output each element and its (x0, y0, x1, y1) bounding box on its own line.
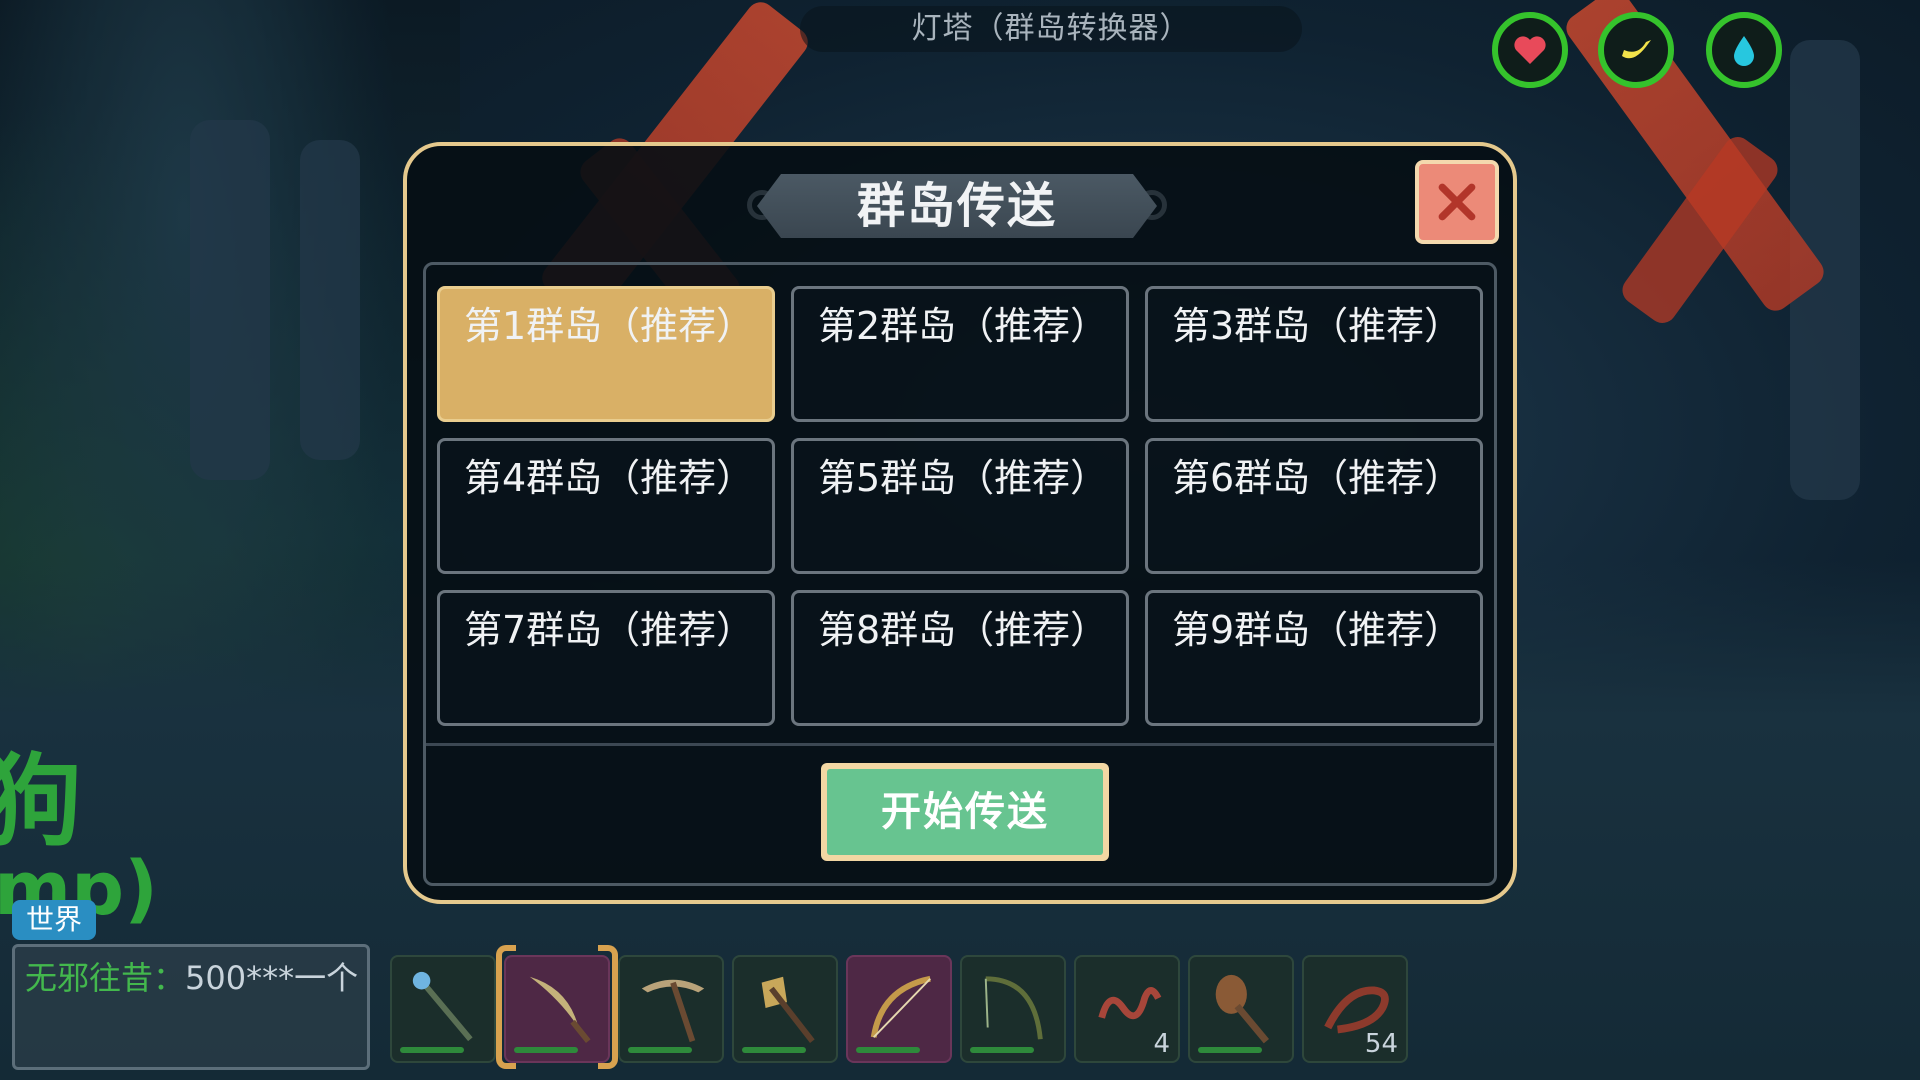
chat-channel-tab[interactable]: 世界 (12, 900, 96, 940)
club-icon (1215, 974, 1270, 1044)
chat-box[interactable]: 无邪往昔：500***一个 (12, 944, 370, 1070)
durability-bar (628, 1047, 692, 1053)
player-nametag: 狗 (0, 743, 82, 860)
durability-bar (742, 1047, 806, 1053)
hotbar-slot[interactable] (846, 955, 952, 1063)
lighthouse-title: 灯塔（群岛转换器） (800, 6, 1302, 52)
heart-icon (1514, 36, 1546, 64)
divider (426, 743, 1494, 746)
island-option-2[interactable]: 第2群岛（推荐） (791, 286, 1129, 422)
hotbar-slot[interactable] (618, 955, 724, 1063)
dialog-title: 群岛传送 (757, 174, 1157, 238)
banana-icon (1622, 40, 1651, 59)
island-option-5[interactable]: 第5群岛（推荐） (791, 438, 1129, 574)
hotbar-slot[interactable]: 4 (1074, 955, 1180, 1063)
water-drop-icon (1734, 36, 1754, 66)
hotbar-slot[interactable]: 54 (1302, 955, 1408, 1063)
island-option-3[interactable]: 第3群岛（推荐） (1145, 286, 1483, 422)
hotbar-slot[interactable] (732, 955, 838, 1063)
hunger-status (1598, 12, 1674, 88)
start-teleport-label: 开始传送 (827, 769, 1103, 855)
battle-axe-icon (761, 976, 815, 1043)
item-count: 4 (1153, 1029, 1170, 1059)
hotbar-slot[interactable] (390, 955, 496, 1063)
pickaxe-icon (641, 979, 705, 1043)
island-option-6[interactable]: 第6群岛（推荐） (1145, 438, 1483, 574)
start-teleport-button[interactable]: 开始传送 (821, 763, 1109, 861)
selection-bracket (598, 945, 618, 1069)
thirst-status (1706, 12, 1782, 88)
staff-icon (412, 971, 473, 1042)
island-option-9[interactable]: 第9群岛（推荐） (1145, 590, 1483, 726)
bow-icon (870, 975, 931, 1038)
selection-bracket (496, 945, 516, 1069)
close-icon (1438, 183, 1476, 221)
island-grid: 第1群岛（推荐） 第2群岛（推荐） 第3群岛（推荐） 第4群岛（推荐） 第5群岛… (437, 286, 1483, 726)
island-option-4[interactable]: 第4群岛（推荐） (437, 438, 775, 574)
island-teleport-dialog: 群岛传送 第1群岛（推荐） 第2群岛（推荐） 第3群岛（推荐） 第4群岛（推荐）… (403, 142, 1517, 904)
scythe-icon (529, 976, 591, 1043)
island-option-1[interactable]: 第1群岛（推荐） (437, 286, 775, 422)
chat-username: 无邪往昔： (25, 959, 186, 997)
chat-message: 500***一个 (185, 959, 359, 997)
durability-bar (514, 1047, 578, 1053)
island-option-8[interactable]: 第8群岛（推荐） (791, 590, 1129, 726)
hotbar: 4 54 (390, 945, 1408, 1069)
health-status (1492, 12, 1568, 88)
durability-bar (970, 1047, 1034, 1053)
item-count: 54 (1364, 1029, 1398, 1059)
durability-bar (400, 1047, 464, 1053)
tree-trunk (190, 120, 270, 480)
tree-trunk (300, 140, 360, 460)
fishing-rod-icon (984, 976, 1043, 1040)
hotbar-slot-selected[interactable] (496, 945, 618, 1069)
durability-bar (1198, 1047, 1262, 1053)
hotbar-slot[interactable] (1188, 955, 1294, 1063)
durability-bar (856, 1047, 920, 1053)
hotbar-slot[interactable] (960, 955, 1066, 1063)
close-button[interactable] (1415, 160, 1499, 244)
island-option-7[interactable]: 第7群岛（推荐） (437, 590, 775, 726)
